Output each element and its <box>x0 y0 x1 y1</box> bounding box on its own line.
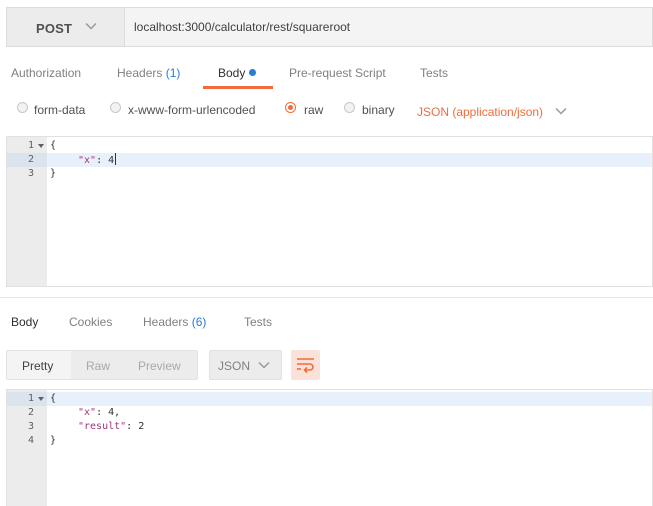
fold-arrow-icon[interactable] <box>38 143 44 149</box>
editor-line: 4 } <box>7 434 652 448</box>
response-tab-cookies[interactable]: Cookies <box>69 315 112 329</box>
json-value: : 2 <box>126 421 145 432</box>
preview-button[interactable]: Preview <box>138 359 181 373</box>
line-number: 2 <box>7 153 47 167</box>
radio-urlencoded-label: x-www-form-urlencoded <box>128 103 256 117</box>
code-text: "x": 4 <box>78 153 117 168</box>
request-body-editor[interactable]: 1 { 2 "x": 4 3 } <box>6 136 653 287</box>
tab-headers[interactable]: Headers (1) <box>117 66 180 80</box>
content-type-dropdown[interactable]: JSON (application/json) <box>417 105 543 119</box>
line-number: 2 <box>27 407 34 418</box>
tab-body[interactable]: Body <box>218 66 257 80</box>
chevron-down-icon <box>85 22 97 30</box>
section-divider <box>0 297 653 298</box>
radio-form-data[interactable] <box>17 102 28 113</box>
radio-binary[interactable] <box>344 102 355 113</box>
editor-line-active: 2 "x": 4 <box>7 153 652 167</box>
line-number: 3 <box>27 168 34 179</box>
modified-dot-icon <box>249 69 257 76</box>
chevron-down-icon <box>258 361 270 369</box>
radio-raw-label: raw <box>304 103 324 117</box>
radio-raw[interactable] <box>285 102 296 113</box>
method-selector[interactable]: POST <box>7 8 125 46</box>
code-text: { <box>50 140 57 151</box>
line-number: 3 <box>27 421 34 432</box>
tab-headers-label: Headers <box>117 66 163 80</box>
url-input[interactable]: localhost:3000/calculator/rest/squareroo… <box>134 20 350 34</box>
tab-tests[interactable]: Tests <box>420 66 448 80</box>
json-value: : 4 <box>96 155 115 166</box>
view-mode-selector: Pretty Raw Preview <box>6 350 198 380</box>
code-text: "result": 2 <box>78 420 144 434</box>
fold-arrow-icon[interactable] <box>38 396 44 402</box>
json-key: "x" <box>78 155 97 166</box>
format-dropdown[interactable]: JSON <box>209 350 282 380</box>
editor-line-active: 1 { <box>7 392 652 406</box>
radio-urlencoded[interactable] <box>110 102 121 113</box>
tab-authorization[interactable]: Authorization <box>11 66 81 80</box>
json-key: "result" <box>78 421 127 432</box>
format-label: JSON <box>218 359 251 373</box>
active-tab-underline <box>203 86 273 89</box>
pretty-button[interactable]: Pretty <box>22 359 53 373</box>
wrap-lines-icon <box>297 358 314 374</box>
tab-body-label: Body <box>218 66 246 80</box>
response-tab-body[interactable]: Body <box>11 315 38 329</box>
json-key: "x" <box>78 407 97 418</box>
editor-line: 3 "result": 2 <box>7 420 652 434</box>
code-text: { <box>50 393 57 404</box>
code-text: } <box>50 168 57 179</box>
radio-form-data-label: form-data <box>34 103 86 117</box>
request-url-bar: POST localhost:3000/calculator/rest/squa… <box>6 7 653 47</box>
headers-count: (1) <box>165 66 181 80</box>
response-body-viewer[interactable]: 1 { 2 "x": 4, 3 "result": 2 4 } <box>6 389 653 506</box>
editor-line: 3 } <box>7 167 652 181</box>
editor-line: 1 { <box>7 139 652 153</box>
text-cursor <box>115 153 117 165</box>
code-text: "x": 4, <box>78 406 120 420</box>
response-tab-headers[interactable]: Headers (6) <box>143 315 206 329</box>
response-tab-headers-label: Headers <box>143 315 189 329</box>
tab-prerequest-script[interactable]: Pre-request Script <box>289 66 386 80</box>
code-text: } <box>50 435 57 446</box>
chevron-down-icon[interactable] <box>555 105 567 117</box>
response-headers-count: (6) <box>191 315 207 329</box>
line-number: 4 <box>27 435 34 446</box>
radio-binary-label: binary <box>362 103 395 117</box>
json-value: : 4, <box>96 407 121 418</box>
method-label: POST <box>36 21 73 36</box>
wrap-lines-button[interactable] <box>291 350 320 380</box>
raw-button[interactable]: Raw <box>86 359 110 373</box>
response-tab-tests[interactable]: Tests <box>244 315 272 329</box>
editor-line: 2 "x": 4, <box>7 406 652 420</box>
